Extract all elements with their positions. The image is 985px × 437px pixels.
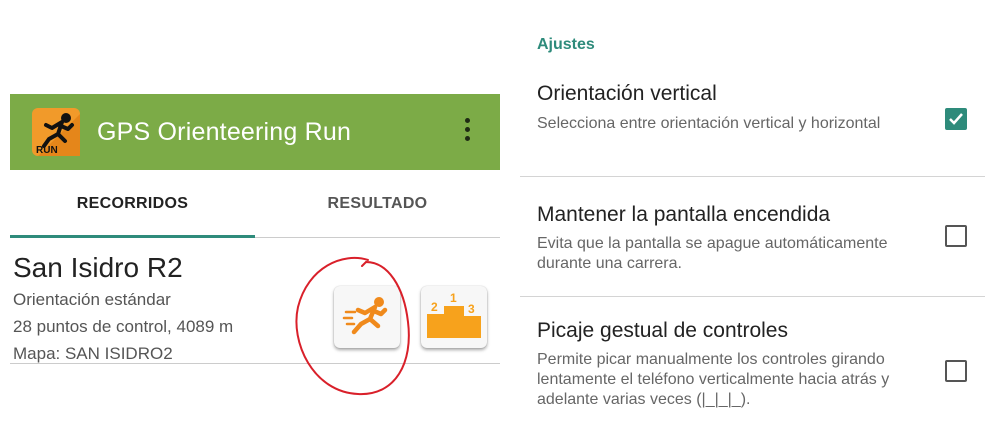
pref-mantener-pantalla[interactable]: Mantener la pantalla encendida Evita que… (520, 177, 985, 296)
pref-title: Orientación vertical (537, 82, 717, 105)
settings-header: Ajustes (537, 36, 595, 53)
tab-indicator (10, 235, 255, 238)
pref-summary: Evita que la pantalla se apague automáti… (537, 235, 888, 272)
pref-title: Picaje gestual de controles (537, 319, 788, 342)
runner-icon (342, 297, 388, 335)
tab-resultado[interactable]: RESULTADO (255, 170, 500, 238)
settings-screen: Ajustes Orientación vertical Selecciona … (520, 12, 985, 437)
course-map: Mapa: SAN ISIDRO2 (13, 344, 173, 363)
tabs-divider (255, 237, 500, 238)
app-bar: RUN GPS Orienteering Run (10, 94, 500, 170)
pref-title: Mantener la pantalla encendida (537, 203, 831, 226)
checkbox-unchecked[interactable] (945, 225, 967, 247)
tab-bar: RECORRIDOS RESULTADO (10, 170, 500, 238)
podium-icon: 2 1 3 (427, 291, 481, 338)
pref-picaje-gestual[interactable]: Picaje gestual de controles Permite pica… (520, 297, 985, 437)
checkbox-checked[interactable] (945, 108, 967, 130)
course-stats: 28 puntos de control, 4089 m (13, 317, 234, 336)
list-divider (10, 363, 500, 364)
more-vert-icon[interactable] (459, 118, 475, 148)
pref-orientacion-vertical[interactable]: Orientación vertical Selecciona entre or… (520, 72, 985, 176)
results-button[interactable]: 2 1 3 (421, 286, 487, 348)
app-screen: RUN GPS Orienteering Run RECORRIDOS RESU… (0, 0, 500, 437)
course-type: Orientación estándar (13, 290, 171, 309)
course-title: San Isidro R2 (13, 252, 183, 283)
podium-second-label: 2 (431, 300, 438, 314)
podium-third-label: 3 (468, 302, 475, 316)
podium-first-label: 1 (450, 291, 457, 305)
checkbox-unchecked[interactable] (945, 360, 967, 382)
pref-summary: Permite picar manualmente los controles … (537, 351, 890, 408)
start-run-button[interactable] (334, 286, 400, 348)
runner-logo-icon: RUN (32, 108, 80, 156)
tab-recorridos[interactable]: RECORRIDOS (10, 170, 255, 238)
app-title: GPS Orienteering Run (97, 118, 352, 146)
check-icon (949, 113, 963, 125)
logo-text: RUN (36, 145, 58, 156)
pref-summary: Selecciona entre orientación vertical y … (537, 115, 881, 132)
